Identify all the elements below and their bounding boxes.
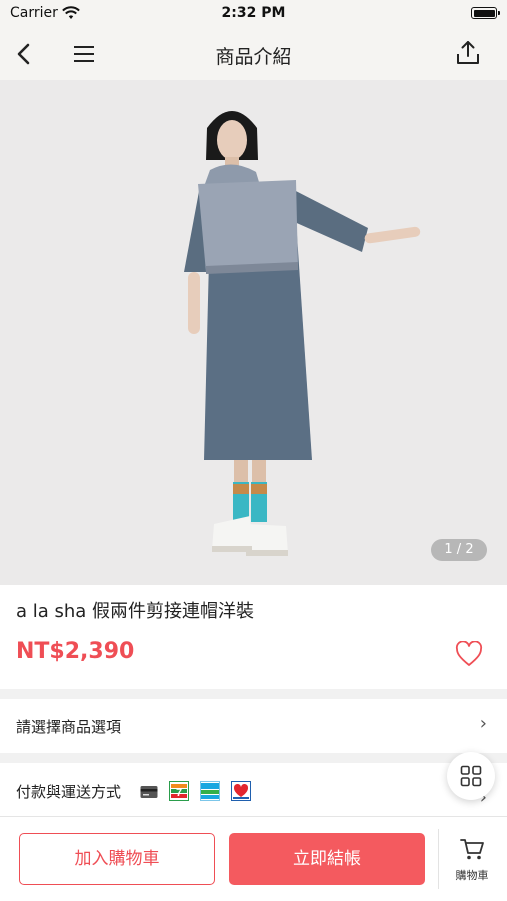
buy-now-button[interactable]: 立即結帳 [229,833,425,885]
nav-bar: 商品介紹 [0,28,507,80]
product-image[interactable] [0,80,507,585]
grid-menu-button[interactable] [447,752,495,800]
credit-card-icon [140,784,158,803]
chevron-right-icon: › [479,713,487,734]
section-divider [0,753,507,763]
battery-icon [471,7,500,19]
product-price: NT$2,390 [16,639,135,664]
options-row[interactable]: 請選擇商品選項 › [0,699,507,753]
bottom-action-bar: 加入購物車 立即結帳 購物車 [0,816,507,901]
cart-button[interactable]: 購物車 [447,837,497,887]
payment-shipping-row[interactable]: 付款與運送方式 7 › [0,763,507,816]
grid-icon [460,765,482,787]
section-divider [0,689,507,699]
payment-methods: 7 [140,781,257,801]
image-page-indicator: 1 / 2 [431,539,487,561]
familymart-icon [200,781,221,805]
hilife-icon [231,781,252,805]
options-label: 請選擇商品選項 [16,718,122,736]
product-info: a la sha 假兩件剪接連帽洋裝 NT$2,390 [0,585,507,689]
seven-eleven-icon: 7 [169,781,190,805]
add-to-cart-button[interactable]: 加入購物車 [19,833,215,885]
payment-label: 付款與運送方式 [16,783,122,801]
page-title: 商品介紹 [215,46,292,68]
heart-icon[interactable] [455,640,483,667]
product-name: a la sha 假兩件剪接連帽洋裝 [16,601,255,622]
cart-label: 購物車 [455,869,489,882]
clock: 2:32 PM [221,5,286,21]
svg-text:7: 7 [176,787,182,799]
cart-icon [459,839,485,865]
status-bar: Carrier 2:32 PM [0,0,507,28]
model-photo [0,80,507,585]
share-icon[interactable] [453,38,483,68]
divider [438,829,439,889]
